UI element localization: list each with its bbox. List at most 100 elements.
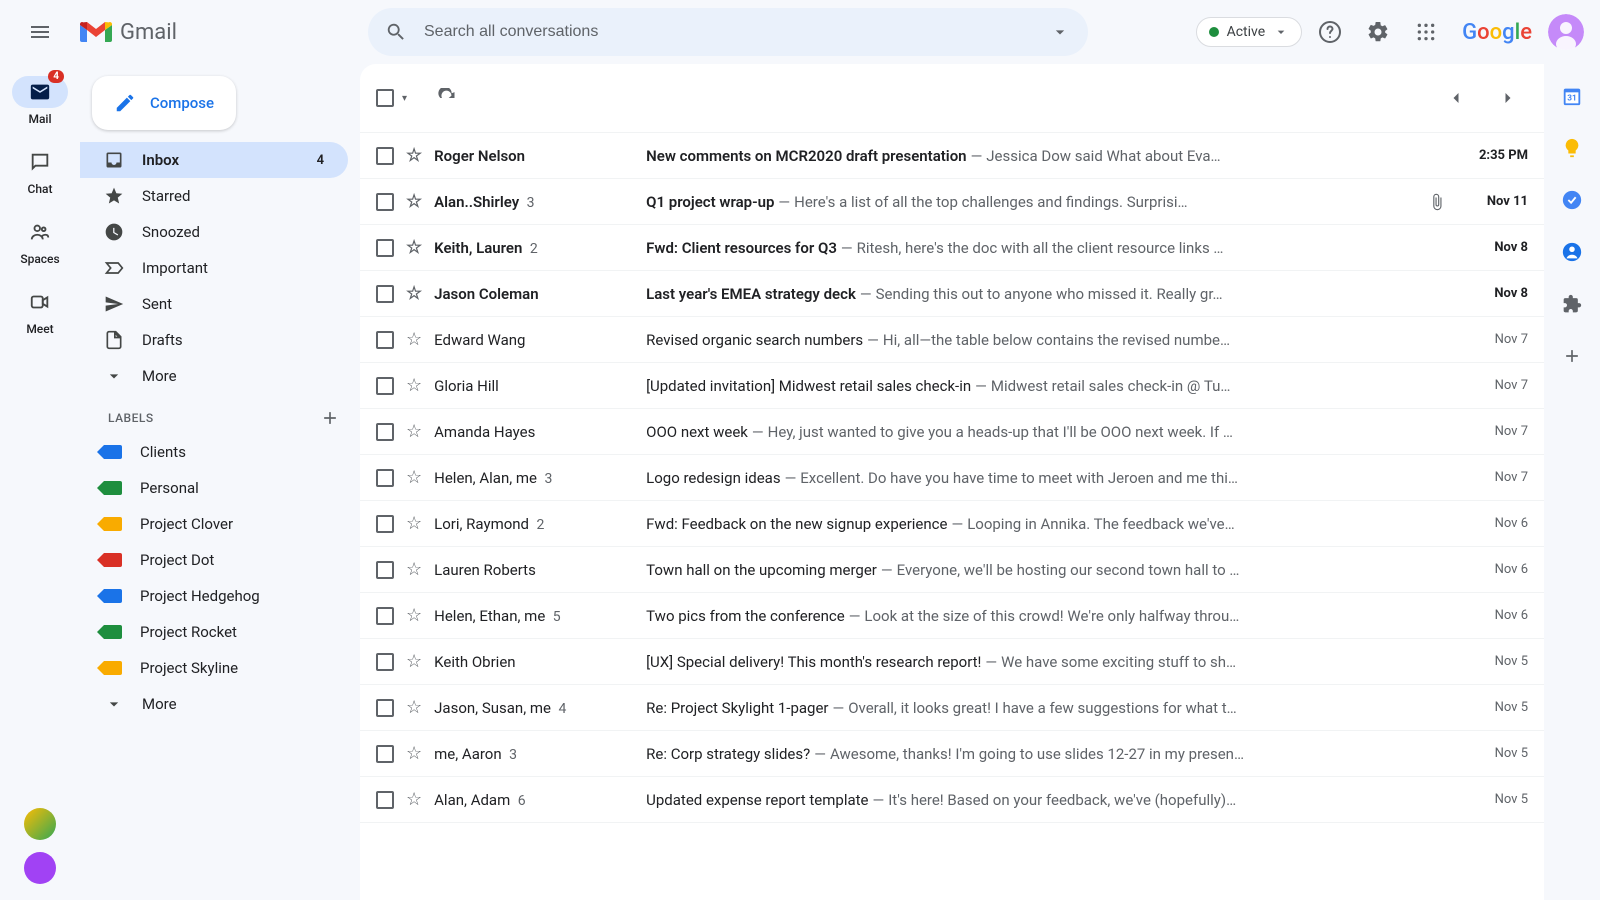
nav-important[interactable]: Important [80,250,348,286]
mail-row[interactable]: ☆ Helen, Ethan, me 5 Two pics from the c… [360,593,1544,639]
mail-checkbox[interactable] [376,377,394,395]
star-button[interactable]: ☆ [406,697,422,718]
separator: — [849,607,861,625]
rail-chat-avatar[interactable] [24,852,56,884]
main-menu-button[interactable] [16,8,64,56]
mail-checkbox[interactable] [376,423,394,441]
rail-mail[interactable]: 4 Mail [0,68,80,134]
mail-checkbox[interactable] [376,745,394,763]
prev-page-button[interactable] [1436,78,1476,118]
gmail-icon [80,20,112,44]
contacts-app[interactable] [1560,240,1584,264]
star-button[interactable]: ☆ [406,191,422,212]
mail-checkbox[interactable] [376,193,394,211]
label-project-skyline[interactable]: Project Skyline [80,650,360,686]
search-box[interactable] [368,8,1088,56]
tasks-app[interactable] [1560,188,1584,212]
mail-checkbox[interactable] [376,653,394,671]
nav-sent[interactable]: Sent [80,286,348,322]
status-chip[interactable]: Active [1196,17,1303,47]
mail-checkbox[interactable] [376,469,394,487]
add-label-button[interactable] [320,408,340,428]
rail-spaces[interactable]: Spaces [0,208,80,274]
mail-checkbox[interactable] [376,239,394,257]
mail-row[interactable]: ☆ Jason Coleman Last year's EMEA strateg… [360,271,1544,317]
star-button[interactable]: ☆ [406,329,422,350]
mail-subject-line: Fwd: Client resources for Q3 — Ritesh, h… [646,239,1446,257]
get-addons[interactable] [1560,344,1584,368]
nav-inbox[interactable]: Inbox4 [80,142,348,178]
google-logo[interactable]: Google [1462,20,1532,45]
star-button[interactable]: ☆ [406,743,422,764]
mail-row[interactable]: ☆ Keith, Lauren 2 Fwd: Client resources … [360,225,1544,271]
mail-checkbox[interactable] [376,561,394,579]
star-button[interactable]: ☆ [406,513,422,534]
mail-preview: Awesome, thanks! I'm going to use slides… [830,745,1244,763]
rail-meet[interactable]: Meet [0,278,80,344]
account-avatar[interactable] [1548,14,1584,50]
addons-app[interactable] [1560,292,1584,316]
mail-checkbox[interactable] [376,331,394,349]
label-project-clover[interactable]: Project Clover [80,506,360,542]
search-button[interactable] [376,12,416,52]
nav-snoozed[interactable]: Snoozed [80,214,348,250]
label-project-hedgehog[interactable]: Project Hedgehog [80,578,360,614]
calendar-app[interactable]: 31 [1560,84,1584,108]
mail-row[interactable]: ☆ Edward Wang Revised organic search num… [360,317,1544,363]
star-button[interactable]: ☆ [406,375,422,396]
star-button[interactable]: ☆ [406,605,422,626]
mail-subject: OOO next week [646,423,748,441]
star-button[interactable]: ☆ [406,237,422,258]
support-button[interactable] [1310,12,1350,52]
rail-chat[interactable]: Chat [0,138,80,204]
label-personal[interactable]: Personal [80,470,360,506]
mail-row[interactable]: ☆ me, Aaron 3 Re: Corp strategy slides? … [360,731,1544,777]
mail-row[interactable]: ☆ Gloria Hill [Updated invitation] Midwe… [360,363,1544,409]
mail-checkbox[interactable] [376,285,394,303]
mail-row[interactable]: ☆ Roger Nelson New comments on MCR2020 d… [360,133,1544,179]
mail-row[interactable]: ☆ Jason, Susan, me 4 Re: Project Skyligh… [360,685,1544,731]
select-all-checkbox[interactable] [376,89,394,107]
keep-app[interactable] [1560,136,1584,160]
settings-button[interactable] [1358,12,1398,52]
next-page-button[interactable] [1488,78,1528,118]
mail-subject-line: Two pics from the conference — Look at t… [646,607,1446,625]
star-button[interactable]: ☆ [406,651,422,672]
mail-row[interactable]: ☆ Keith Obrien [UX] Special delivery! Th… [360,639,1544,685]
search-options-button[interactable] [1040,12,1080,52]
star-button[interactable]: ☆ [406,283,422,304]
select-dropdown[interactable]: ▾ [402,93,407,104]
mail-row[interactable]: ☆ Lauren Roberts Town hall on the upcomi… [360,547,1544,593]
star-button[interactable]: ☆ [406,789,422,810]
star-button[interactable]: ☆ [406,559,422,580]
compose-button[interactable]: Compose [92,76,236,130]
mail-row[interactable]: ☆ Amanda Hayes OOO next week — Hey, just… [360,409,1544,455]
star-button[interactable]: ☆ [406,467,422,488]
search-input[interactable] [416,23,1040,41]
mail-row[interactable]: ☆ Lori, Raymond 2 Fwd: Feedback on the n… [360,501,1544,547]
rail-spaces-label: Spaces [20,252,59,266]
apps-button[interactable] [1406,12,1446,52]
mail-checkbox[interactable] [376,791,394,809]
rail-space-avatar[interactable] [24,808,56,840]
mail-row[interactable]: ☆ Helen, Alan, me 3 Logo redesign ideas … [360,455,1544,501]
mail-checkbox[interactable] [376,699,394,717]
mail-checkbox[interactable] [376,607,394,625]
nav-drafts[interactable]: Drafts [80,322,348,358]
mail-row[interactable]: ☆ Alan, Adam 6 Updated expense report te… [360,777,1544,823]
label-project-dot[interactable]: Project Dot [80,542,360,578]
gmail-logo[interactable]: Gmail [80,20,320,45]
label-clients[interactable]: Clients [80,434,360,470]
mail-row[interactable]: ☆ Alan..Shirley 3 Q1 project wrap-up — H… [360,179,1544,225]
mail-preview: Jessica Dow said What about Eva… [986,147,1220,165]
star-button[interactable]: ☆ [406,145,422,166]
mail-checkbox[interactable] [376,147,394,165]
mail-checkbox[interactable] [376,515,394,533]
mail-subject-line: New comments on MCR2020 draft presentati… [646,147,1446,165]
nav-more[interactable]: More [80,358,348,394]
labels-more[interactable]: More [80,686,348,722]
nav-starred[interactable]: Starred [80,178,348,214]
star-button[interactable]: ☆ [406,421,422,442]
refresh-button[interactable] [427,78,467,118]
label-project-rocket[interactable]: Project Rocket [80,614,360,650]
